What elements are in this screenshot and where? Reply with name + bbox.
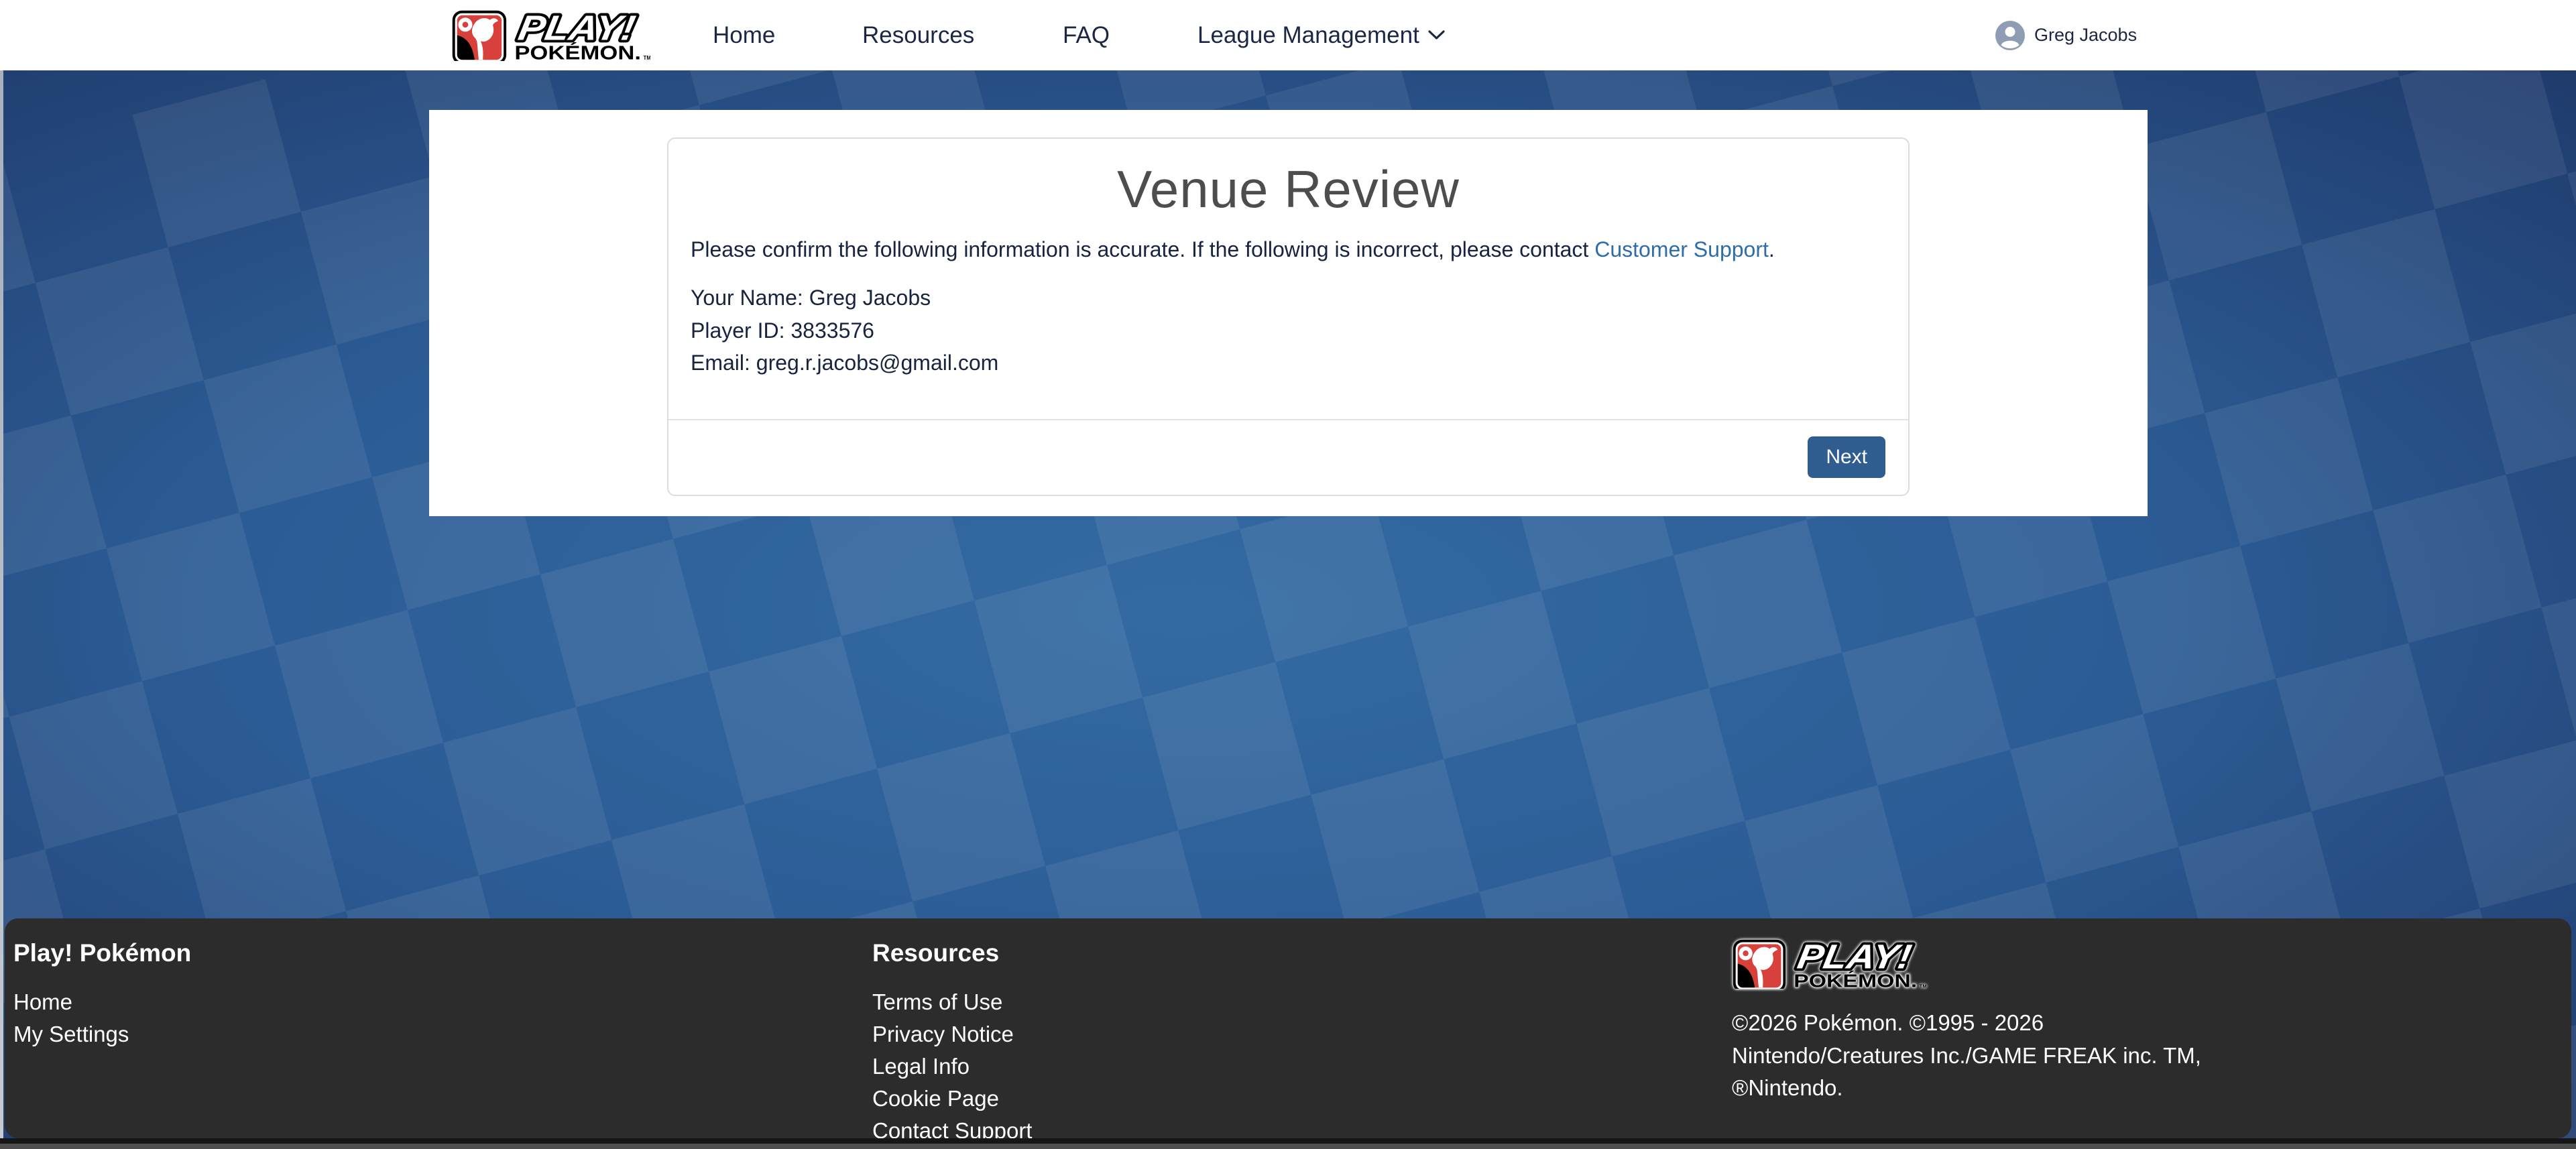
top-nav: PLAY! POKÉMON. TM Home Resources FAQ Lea… (0, 0, 2576, 70)
logo-pokemon-text: POKÉMON. (1794, 970, 1917, 989)
nav-item-league-management[interactable]: League Management (1197, 0, 1446, 70)
logo-tm-text: TM (1920, 983, 1926, 989)
footer-link-legal-info[interactable]: Legal Info (872, 1050, 1032, 1083)
footer-link-cookie-page[interactable]: Cookie Page (872, 1083, 1032, 1115)
user-menu[interactable]: Greg Jacobs (1995, 0, 2137, 70)
nav-item-resources[interactable]: Resources (862, 0, 974, 70)
card-footer-divider (668, 419, 1908, 420)
window-bottom-edge (0, 1138, 2576, 1149)
venue-review-card: Venue Review Please confirm the followin… (667, 137, 1910, 496)
play-pokemon-logo: PLAY! POKÉMON. TM (451, 9, 650, 61)
footer-heading-play-pokemon: Play! Pokémon (13, 939, 191, 968)
footer-link-contact-support[interactable]: Contact Support (872, 1115, 1032, 1138)
player-info: Your Name: Greg Jacobs Player ID: 383357… (691, 282, 998, 379)
customer-support-link[interactable]: Customer Support (1594, 237, 1769, 261)
footer-heading-resources: Resources (872, 939, 1032, 968)
footer-link-terms-of-use[interactable]: Terms of Use (872, 986, 1032, 1018)
logo-pokemon-text: POKÉMON. (514, 41, 641, 61)
page-title: Venue Review (668, 159, 1908, 220)
field-your-name: Your Name: Greg Jacobs (691, 282, 998, 314)
footer-column-legal: PLAY! POKÉMON. TM ©2026 Pokémon. ©1995 -… (1732, 939, 2241, 1105)
intro-text: Please confirm the following information… (691, 237, 1886, 262)
footer-column-play-pokemon: Play! Pokémon Home My Settings (13, 939, 191, 1050)
field-player-id: Player ID: 3833576 (691, 314, 998, 347)
next-button[interactable]: Next (1808, 436, 1885, 478)
user-icon (1995, 21, 2025, 50)
content-panel: Venue Review Please confirm the followin… (429, 110, 2148, 516)
nav-item-faq[interactable]: FAQ (1063, 0, 1110, 70)
window-left-edge (0, 70, 3, 1138)
copyright-text: ©2026 Pokémon. ©1995 - 2026 Nintendo/Cre… (1732, 1007, 2241, 1105)
logo-tm-text: TM (644, 55, 650, 61)
footer-column-resources: Resources Terms of Use Privacy Notice Le… (872, 939, 1032, 1138)
nav-item-home[interactable]: Home (713, 0, 775, 70)
brand-logo-link[interactable]: PLAY! POKÉMON. TM (451, 9, 650, 61)
field-email: Email: greg.r.jacobs@gmail.com (691, 347, 998, 379)
user-name: Greg Jacobs (2034, 25, 2137, 46)
footer-link-home[interactable]: Home (13, 986, 191, 1018)
footer: Play! Pokémon Home My Settings Resources… (5, 918, 2571, 1138)
play-pokemon-logo-footer: PLAY! POKÉMON. TM (1732, 939, 1926, 989)
footer-link-privacy-notice[interactable]: Privacy Notice (872, 1018, 1032, 1050)
footer-link-my-settings[interactable]: My Settings (13, 1018, 191, 1050)
chevron-down-icon (1427, 29, 1446, 41)
